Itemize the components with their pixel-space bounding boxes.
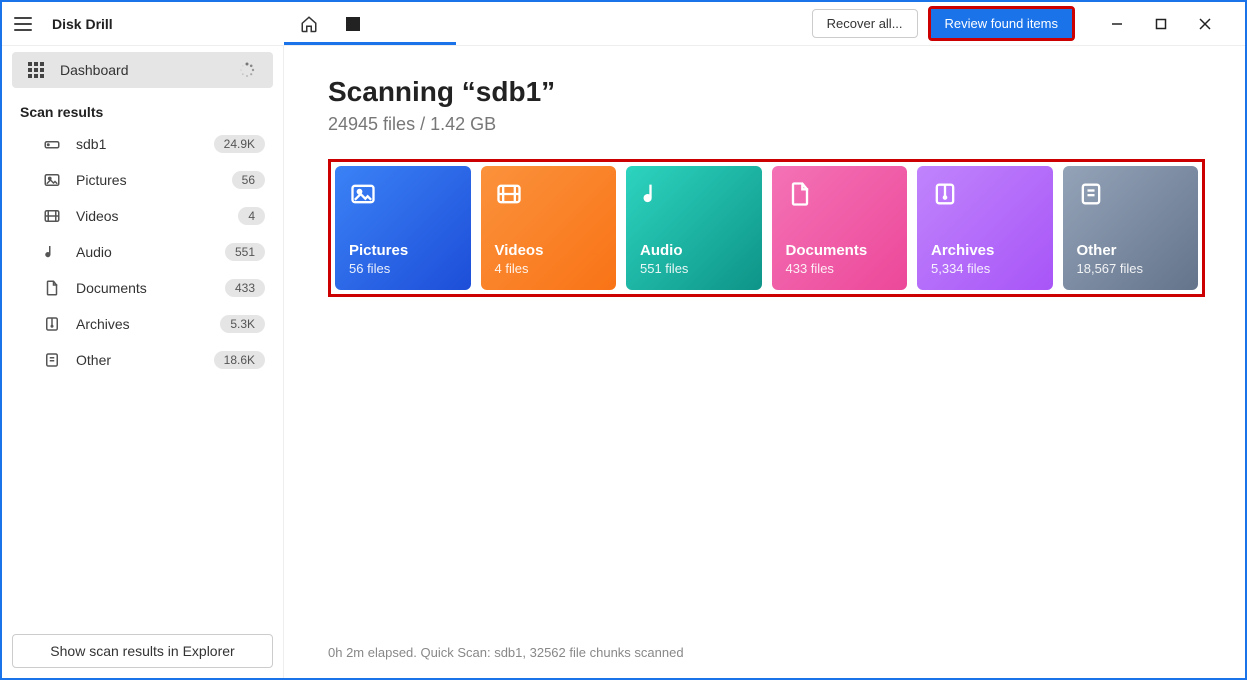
- sidebar-item-documents[interactable]: Documents 433: [2, 270, 283, 306]
- card-sub: 18,567 files: [1077, 261, 1185, 276]
- file-icon: [1077, 180, 1107, 210]
- card-sub: 5,334 files: [931, 261, 1039, 276]
- toolbar-actions: Recover all... Review found items: [812, 6, 1227, 41]
- titlebar: Disk Drill Recover all... Review found i…: [2, 2, 1245, 46]
- archive-icon: [42, 314, 62, 334]
- count-badge: 56: [232, 171, 265, 189]
- app-title: Disk Drill: [52, 16, 113, 32]
- count-badge: 4: [238, 207, 265, 225]
- sidebar-item-label: Other: [76, 352, 200, 368]
- home-icon[interactable]: [294, 9, 324, 39]
- window-controls: [1095, 9, 1227, 39]
- stop-icon[interactable]: [338, 9, 368, 39]
- minimize-icon[interactable]: [1095, 9, 1139, 39]
- music-note-icon: [640, 180, 670, 210]
- review-found-items-button[interactable]: Review found items: [931, 9, 1072, 38]
- document-icon: [42, 278, 62, 298]
- show-in-explorer-button[interactable]: Show scan results in Explorer: [12, 634, 273, 668]
- card-title: Archives: [931, 242, 1039, 259]
- card-archives[interactable]: Archives 5,334 files: [917, 166, 1053, 290]
- titlebar-left: Disk Drill: [2, 12, 284, 36]
- sidebar-footer: Show scan results in Explorer: [2, 624, 283, 678]
- page-subtitle: 24945 files / 1.42 GB: [328, 114, 1205, 135]
- card-title: Other: [1077, 242, 1185, 259]
- close-icon[interactable]: [1183, 9, 1227, 39]
- sidebar-item-pictures[interactable]: Pictures 56: [2, 162, 283, 198]
- sidebar-item-label: Dashboard: [60, 62, 225, 78]
- sidebar-item-sdb1[interactable]: sdb1 24.9K: [2, 126, 283, 162]
- status-text: 0h 2m elapsed. Quick Scan: sdb1, 32562 f…: [328, 631, 1205, 678]
- main-panel: Scanning “sdb1” 24945 files / 1.42 GB Pi…: [284, 46, 1245, 678]
- review-highlight: Review found items: [928, 6, 1075, 41]
- drive-icon: [42, 134, 62, 154]
- card-title: Documents: [786, 242, 894, 259]
- spinner-icon: [239, 62, 255, 78]
- sidebar: Dashboard Scan results sdb1 24.9K Pictur…: [2, 46, 284, 678]
- sidebar-item-label: sdb1: [76, 136, 200, 152]
- card-sub: 56 files: [349, 261, 457, 276]
- file-icon: [42, 350, 62, 370]
- card-sub: 4 files: [495, 261, 603, 276]
- sidebar-item-label: Archives: [76, 316, 206, 332]
- sidebar-item-dashboard[interactable]: Dashboard: [12, 52, 273, 88]
- image-icon: [42, 170, 62, 190]
- sidebar-item-label: Videos: [76, 208, 224, 224]
- sidebar-item-label: Pictures: [76, 172, 218, 188]
- sidebar-item-audio[interactable]: Audio 551: [2, 234, 283, 270]
- card-documents[interactable]: Documents 433 files: [772, 166, 908, 290]
- card-audio[interactable]: Audio 551 files: [626, 166, 762, 290]
- grid-icon: [26, 60, 46, 80]
- film-icon: [495, 180, 525, 210]
- sidebar-item-other[interactable]: Other 18.6K: [2, 342, 283, 378]
- count-badge: 551: [225, 243, 265, 261]
- scan-results-heading: Scan results: [2, 94, 283, 126]
- sidebar-item-label: Documents: [76, 280, 211, 296]
- count-badge: 5.3K: [220, 315, 265, 333]
- recover-all-button[interactable]: Recover all...: [812, 9, 918, 38]
- count-badge: 24.9K: [214, 135, 265, 153]
- count-badge: 433: [225, 279, 265, 297]
- count-badge: 18.6K: [214, 351, 265, 369]
- toolbar: Recover all... Review found items: [284, 2, 1237, 45]
- menu-icon[interactable]: [14, 12, 38, 36]
- sidebar-item-label: Audio: [76, 244, 211, 260]
- image-icon: [349, 180, 379, 210]
- film-icon: [42, 206, 62, 226]
- card-videos[interactable]: Videos 4 files: [481, 166, 617, 290]
- music-note-icon: [42, 242, 62, 262]
- card-pictures[interactable]: Pictures 56 files: [335, 166, 471, 290]
- sidebar-item-videos[interactable]: Videos 4: [2, 198, 283, 234]
- body: Dashboard Scan results sdb1 24.9K Pictur…: [2, 46, 1245, 678]
- active-tab-indicator: [284, 42, 456, 45]
- archive-icon: [931, 180, 961, 210]
- card-title: Pictures: [349, 242, 457, 259]
- document-icon: [786, 180, 816, 210]
- card-sub: 433 files: [786, 261, 894, 276]
- sidebar-item-archives[interactable]: Archives 5.3K: [2, 306, 283, 342]
- card-sub: 551 files: [640, 261, 748, 276]
- page-title: Scanning “sdb1”: [328, 76, 1205, 108]
- maximize-icon[interactable]: [1139, 9, 1183, 39]
- card-other[interactable]: Other 18,567 files: [1063, 166, 1199, 290]
- card-title: Videos: [495, 242, 603, 259]
- card-title: Audio: [640, 242, 748, 259]
- category-cards-highlight: Pictures 56 files Videos 4 files Audio 5…: [328, 159, 1205, 297]
